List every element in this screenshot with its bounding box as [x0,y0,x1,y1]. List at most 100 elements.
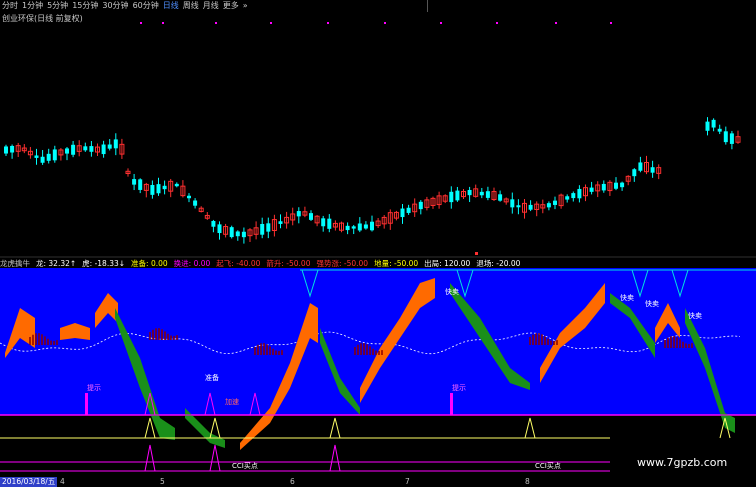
candle [198,206,204,213]
candle [113,133,118,156]
candle [387,209,393,230]
candle [278,214,283,229]
candle [625,175,631,186]
date-label-2: 5 [160,477,165,486]
candle [187,193,191,203]
signal-label-fast_sell: 快卖 [645,299,659,308]
candle [296,207,301,224]
signal-label-fast_sell: 快卖 [620,293,634,302]
candle [168,178,174,198]
watermark: www.7gpzb.com [637,456,728,469]
candle [412,198,418,217]
candle [498,190,503,202]
candle [553,196,557,210]
candle [589,181,594,195]
date-label-4: 7 [405,477,410,486]
signal-label-cc_buy: CCI买点 [232,462,258,470]
candle [314,215,320,227]
candle [309,210,313,222]
signal-dot [384,22,386,24]
indicator-param-0: 龙: 32.32↑ [36,259,77,268]
candle [620,181,625,191]
signal-bar [85,393,88,415]
indicator-param-3: 换进: 0.00 [173,259,211,268]
candle [119,138,125,159]
candle [58,148,64,161]
signal-dot [496,22,498,24]
candle [65,146,69,161]
candle [253,221,259,240]
date-label-5: 8 [525,477,530,486]
candle [711,118,716,132]
candle [241,227,246,244]
indicator-panel[interactable]: 提示 提示快卖快卖快卖快卖CCI买点 CCI买点准备加速 [0,268,756,477]
candle [34,148,39,165]
candle [46,148,51,164]
indicator-param-4: 起飞: -40.00 [216,259,261,268]
signal-label-warn: 加速 [225,397,239,406]
indicator-param-2: 准备: 0.00 [131,259,168,268]
candle [516,199,521,215]
candle [565,194,570,203]
candle [266,217,271,239]
indicator-param-9: 退场: -20.00 [476,259,521,268]
candle [485,186,490,201]
candle [40,150,45,165]
candle [15,142,21,158]
candle [138,178,143,194]
candle [327,214,332,233]
signal-label-fast_sell: 快卖 [445,287,459,296]
date-label-0: 2016/03/18/五 [0,477,58,487]
candle [223,223,229,238]
indicator-param-6: 强势涨: -50.00 [316,259,369,268]
candlestick-chart[interactable] [0,0,756,258]
candle [729,130,734,150]
candle [204,212,210,220]
spike [209,444,221,472]
candle [156,177,161,196]
candle [424,196,430,211]
candle [534,201,540,217]
indicator-param-8: 出局: 120.00 [424,259,471,268]
candle [71,140,76,158]
signal-dot [327,22,329,24]
candle [321,215,326,232]
candle [650,160,655,178]
candle [510,192,515,214]
candle [735,130,741,144]
candle [351,224,356,235]
candle [717,124,722,135]
signal-dot [440,22,442,24]
candle [467,186,472,203]
candle [162,180,167,195]
signal-label-alert1: 提示 [87,383,101,392]
date-label-3: 6 [290,477,295,486]
candle [271,214,277,237]
candle [339,221,344,233]
signal-dot [162,22,164,24]
spike [144,444,156,472]
spike [329,444,341,472]
candle [393,210,399,221]
candle [235,230,240,241]
candle [370,215,374,232]
candle [180,180,186,198]
candle [473,184,479,198]
spike [329,417,341,439]
candle [381,215,387,229]
candle [375,217,381,228]
candle [479,187,484,199]
signal-bar [450,393,453,415]
candle [76,140,82,157]
candle [83,142,88,152]
candle [522,198,527,219]
candle [143,182,149,198]
candle [614,177,618,191]
candle [217,221,222,240]
signal-label-ready: 准备 [205,373,219,382]
date-label-1: 4 [60,477,65,486]
candle [577,185,582,203]
candle [229,225,234,239]
candle [332,220,338,231]
candle [89,140,94,157]
